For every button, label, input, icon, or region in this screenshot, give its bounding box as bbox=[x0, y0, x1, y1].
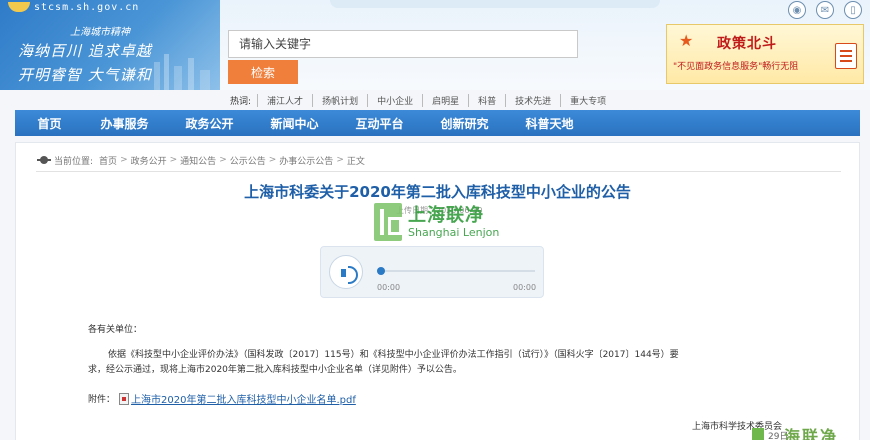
hot-link[interactable]: 科普 bbox=[468, 93, 505, 107]
watermark-mark-icon bbox=[752, 428, 764, 440]
watermark-mark-icon bbox=[374, 203, 402, 241]
breadcrumb: 当前位置: 首页 > 政务公开 > 通知公告 > 公示公告 > 办事公示公告 >… bbox=[37, 153, 365, 167]
breadcrumb-item[interactable]: 办事公示公告 bbox=[279, 154, 333, 167]
pdf-file-icon bbox=[119, 392, 130, 405]
audio-progress-knob[interactable] bbox=[377, 267, 385, 275]
watermark-logo: 上海联净 Shanghai Lenjon bbox=[374, 201, 544, 245]
star-icon: ★ bbox=[679, 31, 694, 50]
audio-progress-track[interactable] bbox=[377, 270, 535, 272]
nav-item-services[interactable]: 办事服务 bbox=[82, 115, 167, 132]
skyline-graphic bbox=[150, 52, 220, 90]
breadcrumb-separator: > bbox=[169, 155, 178, 165]
breadcrumb-separator: > bbox=[120, 155, 128, 165]
article-title: 上海市科委关于2020年第二批入库科技型中小企业的公告 bbox=[244, 183, 631, 201]
city-spirit-banner: stcsm.sh.gov.cn 上海城市精神 海纳百川 追求卓越 开明睿智 大气… bbox=[0, 0, 220, 90]
paragraph-line: 求，经公示通过，现将上海市2020年第二批入库科技型中小企业名单（详见附件）予以… bbox=[88, 365, 462, 375]
breadcrumb-separator: > bbox=[219, 155, 227, 165]
document-icon bbox=[835, 43, 857, 69]
city-spirit-label: 上海城市精神 bbox=[70, 27, 130, 38]
audio-duration: 00:00 bbox=[513, 283, 537, 292]
article-panel: 当前位置: 首页 > 政务公开 > 通知公告 > 公示公告 > 办事公示公告 >… bbox=[15, 142, 860, 440]
salutation: 各有关单位： bbox=[88, 325, 143, 335]
attachment-link[interactable]: 上海市2020年第二批入库科技型中小企业名单.pdf bbox=[131, 391, 356, 406]
watermark-cn: 上海联净 bbox=[408, 205, 484, 226]
weibo-icon[interactable]: ◉ bbox=[788, 1, 806, 19]
header-top-graphic bbox=[330, 0, 660, 8]
slogan-line-1: 海纳百川 追求卓越 bbox=[18, 42, 152, 60]
hot-link[interactable]: 技术先进 bbox=[505, 93, 560, 107]
ad-title: 政策北斗 bbox=[717, 36, 777, 52]
divider bbox=[36, 171, 841, 172]
hot-link[interactable]: 中小企业 bbox=[367, 93, 422, 107]
speaker-icon[interactable] bbox=[329, 255, 363, 289]
search-input[interactable] bbox=[228, 30, 578, 58]
location-icon bbox=[37, 156, 51, 164]
breadcrumb-item[interactable]: 首页 bbox=[99, 154, 117, 167]
ad-subtitle: "不见面政务信息服务"畅行无阻 bbox=[673, 62, 799, 72]
audio-current-time: 00:00 bbox=[377, 283, 401, 292]
nav-item-interaction[interactable]: 互动平台 bbox=[337, 115, 422, 132]
breadcrumb-current: 正文 bbox=[346, 156, 365, 167]
watermark-en: Shanghai Lenjon bbox=[408, 226, 500, 239]
search-button[interactable]: 检索 bbox=[228, 60, 298, 84]
slogan-line-2: 开明睿智 大气谦和 bbox=[18, 66, 152, 84]
nav-item-research[interactable]: 创新研究 bbox=[422, 115, 507, 132]
hot-link[interactable]: 浦江人才 bbox=[257, 93, 312, 107]
paragraph-line: 依据《科技型中小企业评价办法》（国科发政〔2017〕115号）和《科技型中小企业… bbox=[108, 350, 679, 360]
hot-link[interactable]: 重大专项 bbox=[560, 93, 615, 107]
breadcrumb-item[interactable]: 通知公告 bbox=[180, 154, 216, 167]
breadcrumb-label: 当前位置: bbox=[54, 156, 94, 167]
attachment-label: 附件： bbox=[88, 395, 116, 405]
mobile-icon[interactable]: ▯ bbox=[844, 1, 862, 19]
hot-link[interactable]: 启明星 bbox=[422, 93, 468, 107]
hot-keywords: 热词: 浦江人才 扬帆计划 中小企业 启明星 科普 技术先进 重大专项 bbox=[230, 93, 615, 107]
hot-keywords-label: 热词: bbox=[230, 96, 252, 107]
site-header: stcsm.sh.gov.cn 上海城市精神 海纳百川 追求卓越 开明睿智 大气… bbox=[0, 0, 870, 90]
article-body: 依据《科技型中小企业评价办法》（国科发政〔2017〕115号）和《科技型中小企业… bbox=[88, 348, 828, 378]
corner-watermark-text: 海联净 bbox=[784, 427, 839, 440]
corner-watermark: 29日 海联净 bbox=[740, 426, 870, 440]
breadcrumb-separator: > bbox=[268, 155, 277, 165]
breadcrumb-separator: > bbox=[336, 155, 344, 165]
policy-beidou-ad[interactable]: ★ 政策北斗 "不见面政务信息服务"畅行无阻 bbox=[666, 24, 864, 84]
breadcrumb-item[interactable]: 公示公告 bbox=[230, 154, 266, 167]
site-url: stcsm.sh.gov.cn bbox=[34, 2, 140, 13]
emblem-icon bbox=[8, 2, 30, 12]
main-nav: 首页 办事服务 政务公开 新闻中心 互动平台 创新研究 科普天地 bbox=[15, 110, 860, 136]
audio-player: 00:00 00:00 bbox=[320, 246, 544, 298]
social-links: ◉ ✉ ▯ bbox=[788, 1, 862, 19]
nav-item-government-affairs[interactable]: 政务公开 bbox=[167, 115, 252, 132]
breadcrumb-item[interactable]: 政务公开 bbox=[131, 154, 167, 167]
nav-item-home[interactable]: 首页 bbox=[17, 115, 82, 132]
wechat-icon[interactable]: ✉ bbox=[816, 1, 834, 19]
hot-link[interactable]: 扬帆计划 bbox=[312, 93, 367, 107]
nav-item-science[interactable]: 科普天地 bbox=[507, 115, 592, 132]
nav-item-news[interactable]: 新闻中心 bbox=[252, 115, 337, 132]
attachment-row: 附件： 上海市2020年第二批入库科技型中小企业名单.pdf bbox=[88, 391, 356, 406]
